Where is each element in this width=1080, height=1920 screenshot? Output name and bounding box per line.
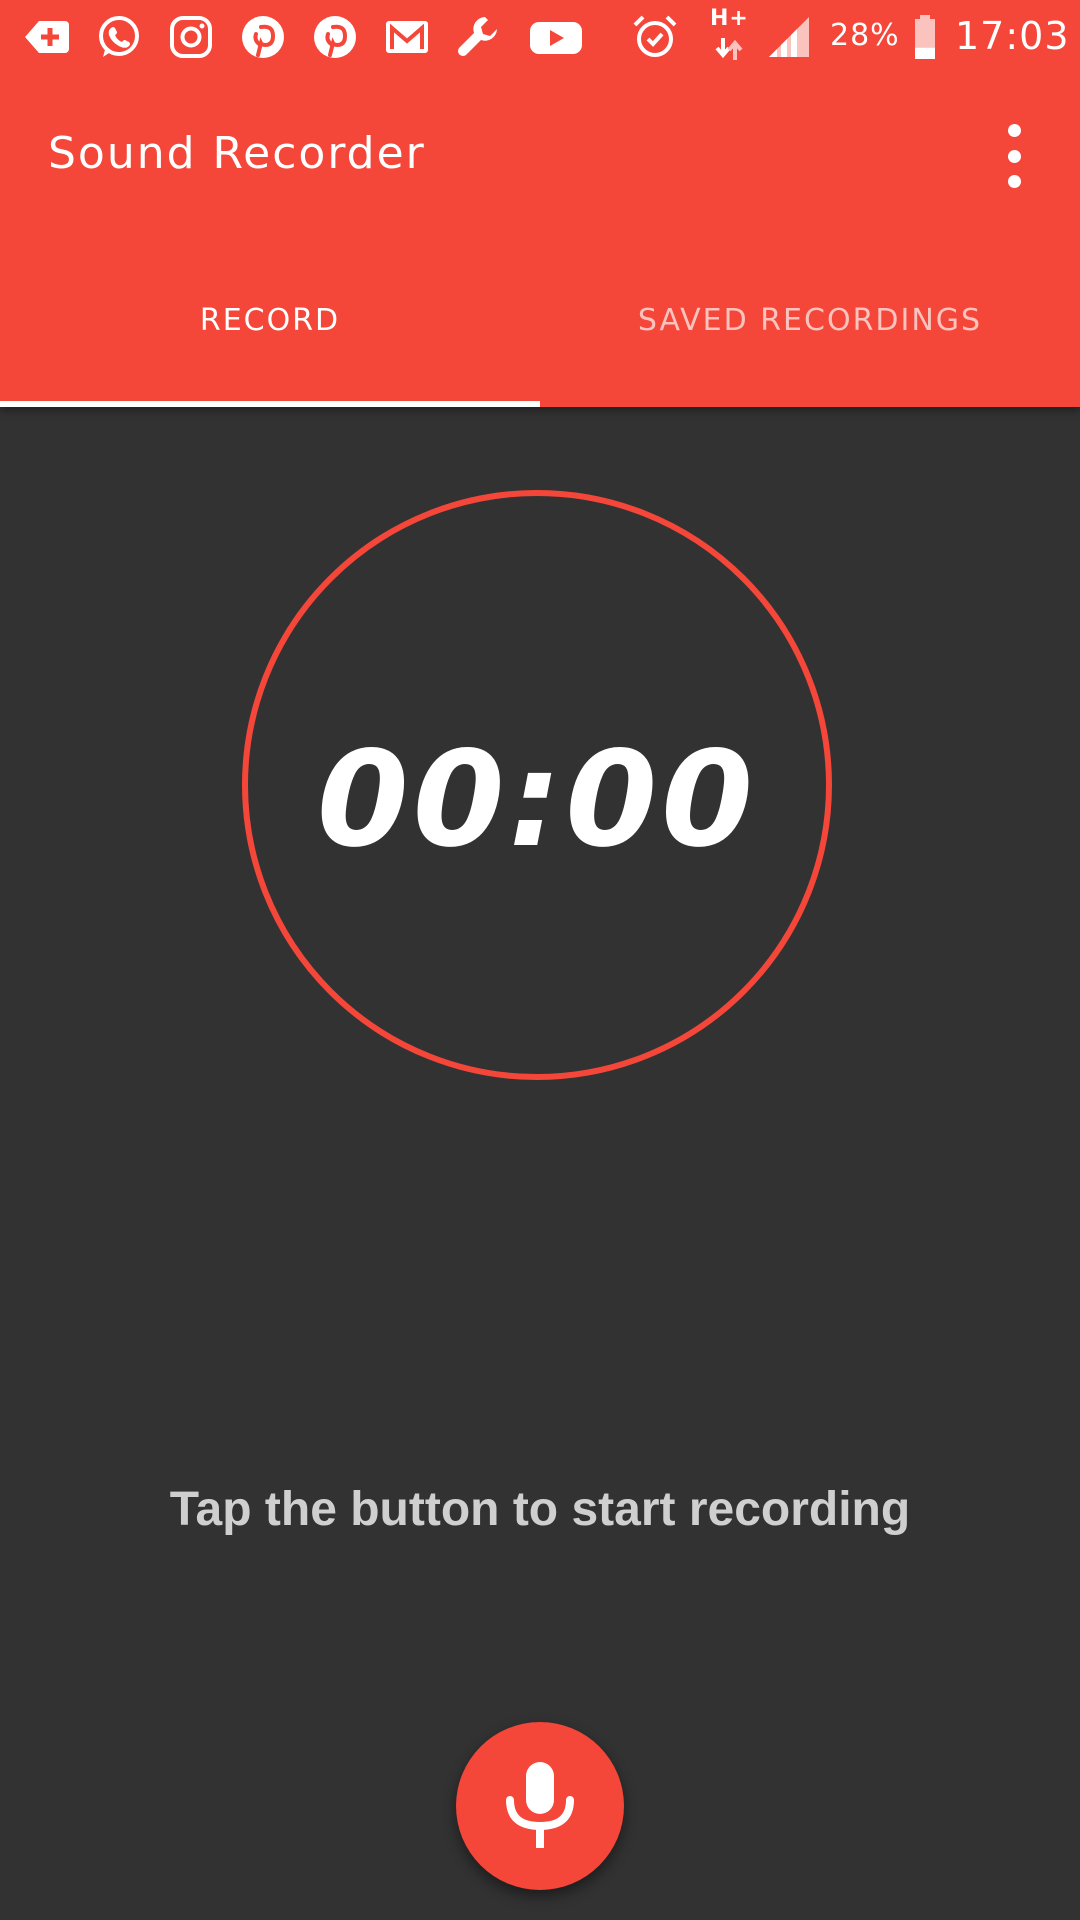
app-title: Sound Recorder bbox=[48, 128, 426, 179]
instagram-icon bbox=[166, 12, 216, 62]
data-arrows-icon bbox=[714, 36, 744, 62]
youtube-icon bbox=[526, 12, 586, 62]
pinterest-icon bbox=[310, 12, 360, 62]
hint-text: Tap the button to start recording bbox=[169, 1483, 911, 1536]
battery-icon bbox=[900, 12, 950, 62]
wrench-icon bbox=[454, 12, 504, 62]
tab-saved-recordings[interactable]: SAVED RECORDINGS bbox=[540, 290, 1080, 350]
gmail-icon bbox=[382, 12, 432, 62]
menu-dot bbox=[1007, 149, 1021, 163]
message-plus-icon bbox=[22, 12, 72, 62]
menu-dot bbox=[1007, 175, 1021, 188]
tab-indicator bbox=[0, 401, 540, 407]
app-bar: H+ 28% 17:03 Sound Recorder RECORD SAVED… bbox=[0, 0, 1080, 407]
battery-percent: 28% bbox=[830, 18, 900, 53]
clock: 17:03 bbox=[955, 14, 1070, 58]
pinterest-icon bbox=[238, 12, 288, 62]
microphone-icon bbox=[506, 1762, 574, 1848]
tab-record[interactable]: RECORD bbox=[0, 290, 540, 350]
status-bar: H+ 28% 17:03 bbox=[0, 0, 1080, 72]
network-type: H+ bbox=[710, 6, 749, 31]
signal-icon bbox=[764, 12, 814, 62]
more-vert-icon[interactable] bbox=[990, 124, 1038, 188]
timer-display: 00:00 bbox=[316, 723, 758, 877]
whatsapp-icon bbox=[94, 12, 144, 62]
alarm-icon bbox=[630, 12, 680, 62]
record-button[interactable] bbox=[456, 1722, 624, 1890]
menu-dot bbox=[1007, 124, 1021, 137]
